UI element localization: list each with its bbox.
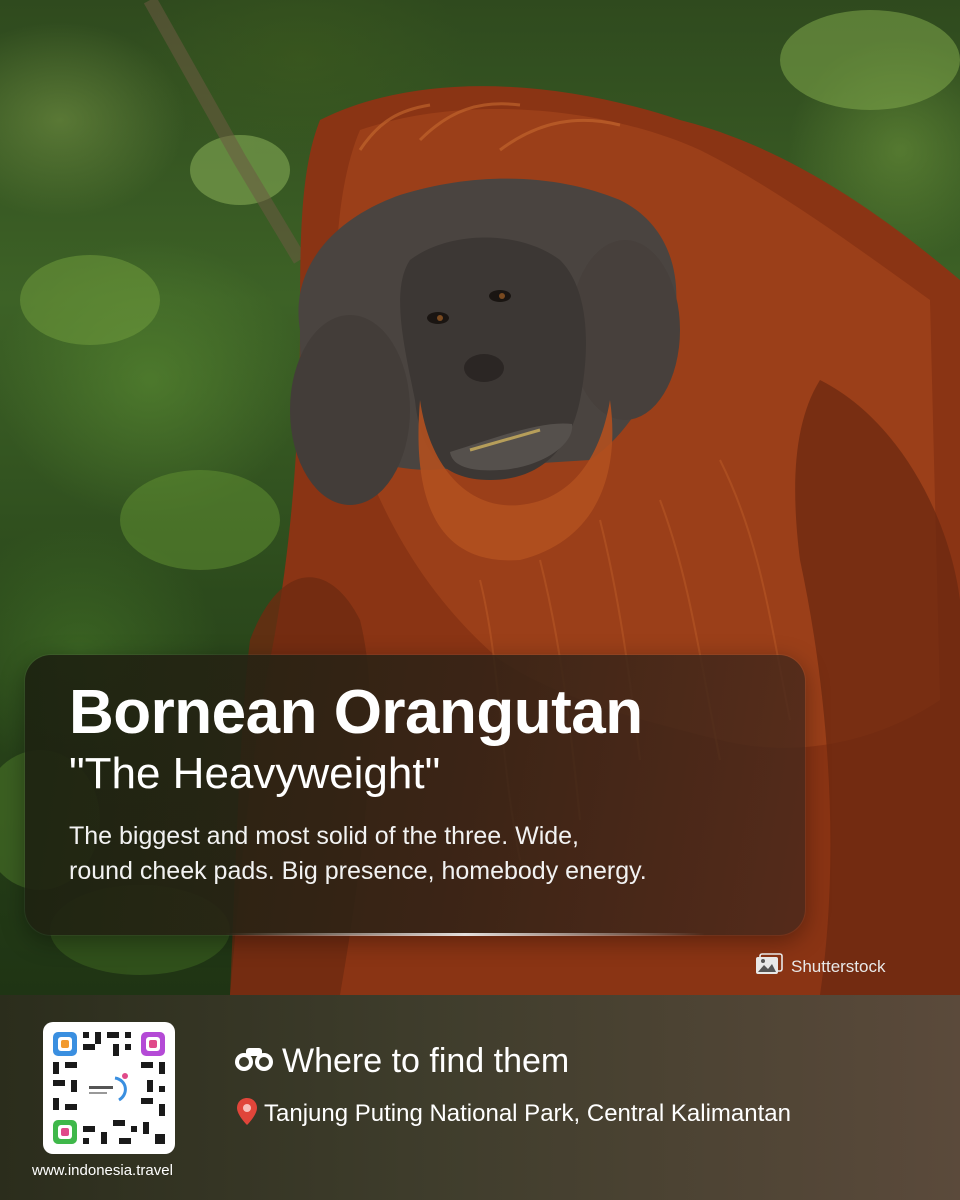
description-line-2: round cheek pads. Big presence, homebody… xyxy=(69,857,647,885)
photo-credit: Shutterstock xyxy=(755,953,886,980)
image-icon xyxy=(755,953,783,980)
qr-code[interactable] xyxy=(43,1022,175,1154)
card-subtitle: "The Heavyweight" xyxy=(69,749,441,798)
credit-label: Shutterstock xyxy=(791,956,886,976)
card-title: Bornean Orangutan xyxy=(69,678,643,747)
card-description: The biggest and most solid of the three.… xyxy=(69,819,765,889)
website-url[interactable]: www.indonesia.travel xyxy=(32,1162,173,1179)
location-text: Tanjung Puting National Park, Central Ka… xyxy=(264,1099,791,1127)
card-glow-divider xyxy=(225,933,705,936)
description-line-1: The biggest and most solid of the three.… xyxy=(69,822,579,850)
find-title: Where to find them xyxy=(282,1042,570,1080)
binoculars-icon xyxy=(234,1044,274,1079)
location-row: Tanjung Puting National Park, Central Ka… xyxy=(234,1096,791,1131)
qr-pattern xyxy=(53,1032,165,1144)
pin-icon xyxy=(234,1096,260,1131)
info-card: Bornean Orangutan "The Heavyweight" The … xyxy=(25,655,805,936)
where-to-find: Where to find them xyxy=(234,1040,569,1082)
